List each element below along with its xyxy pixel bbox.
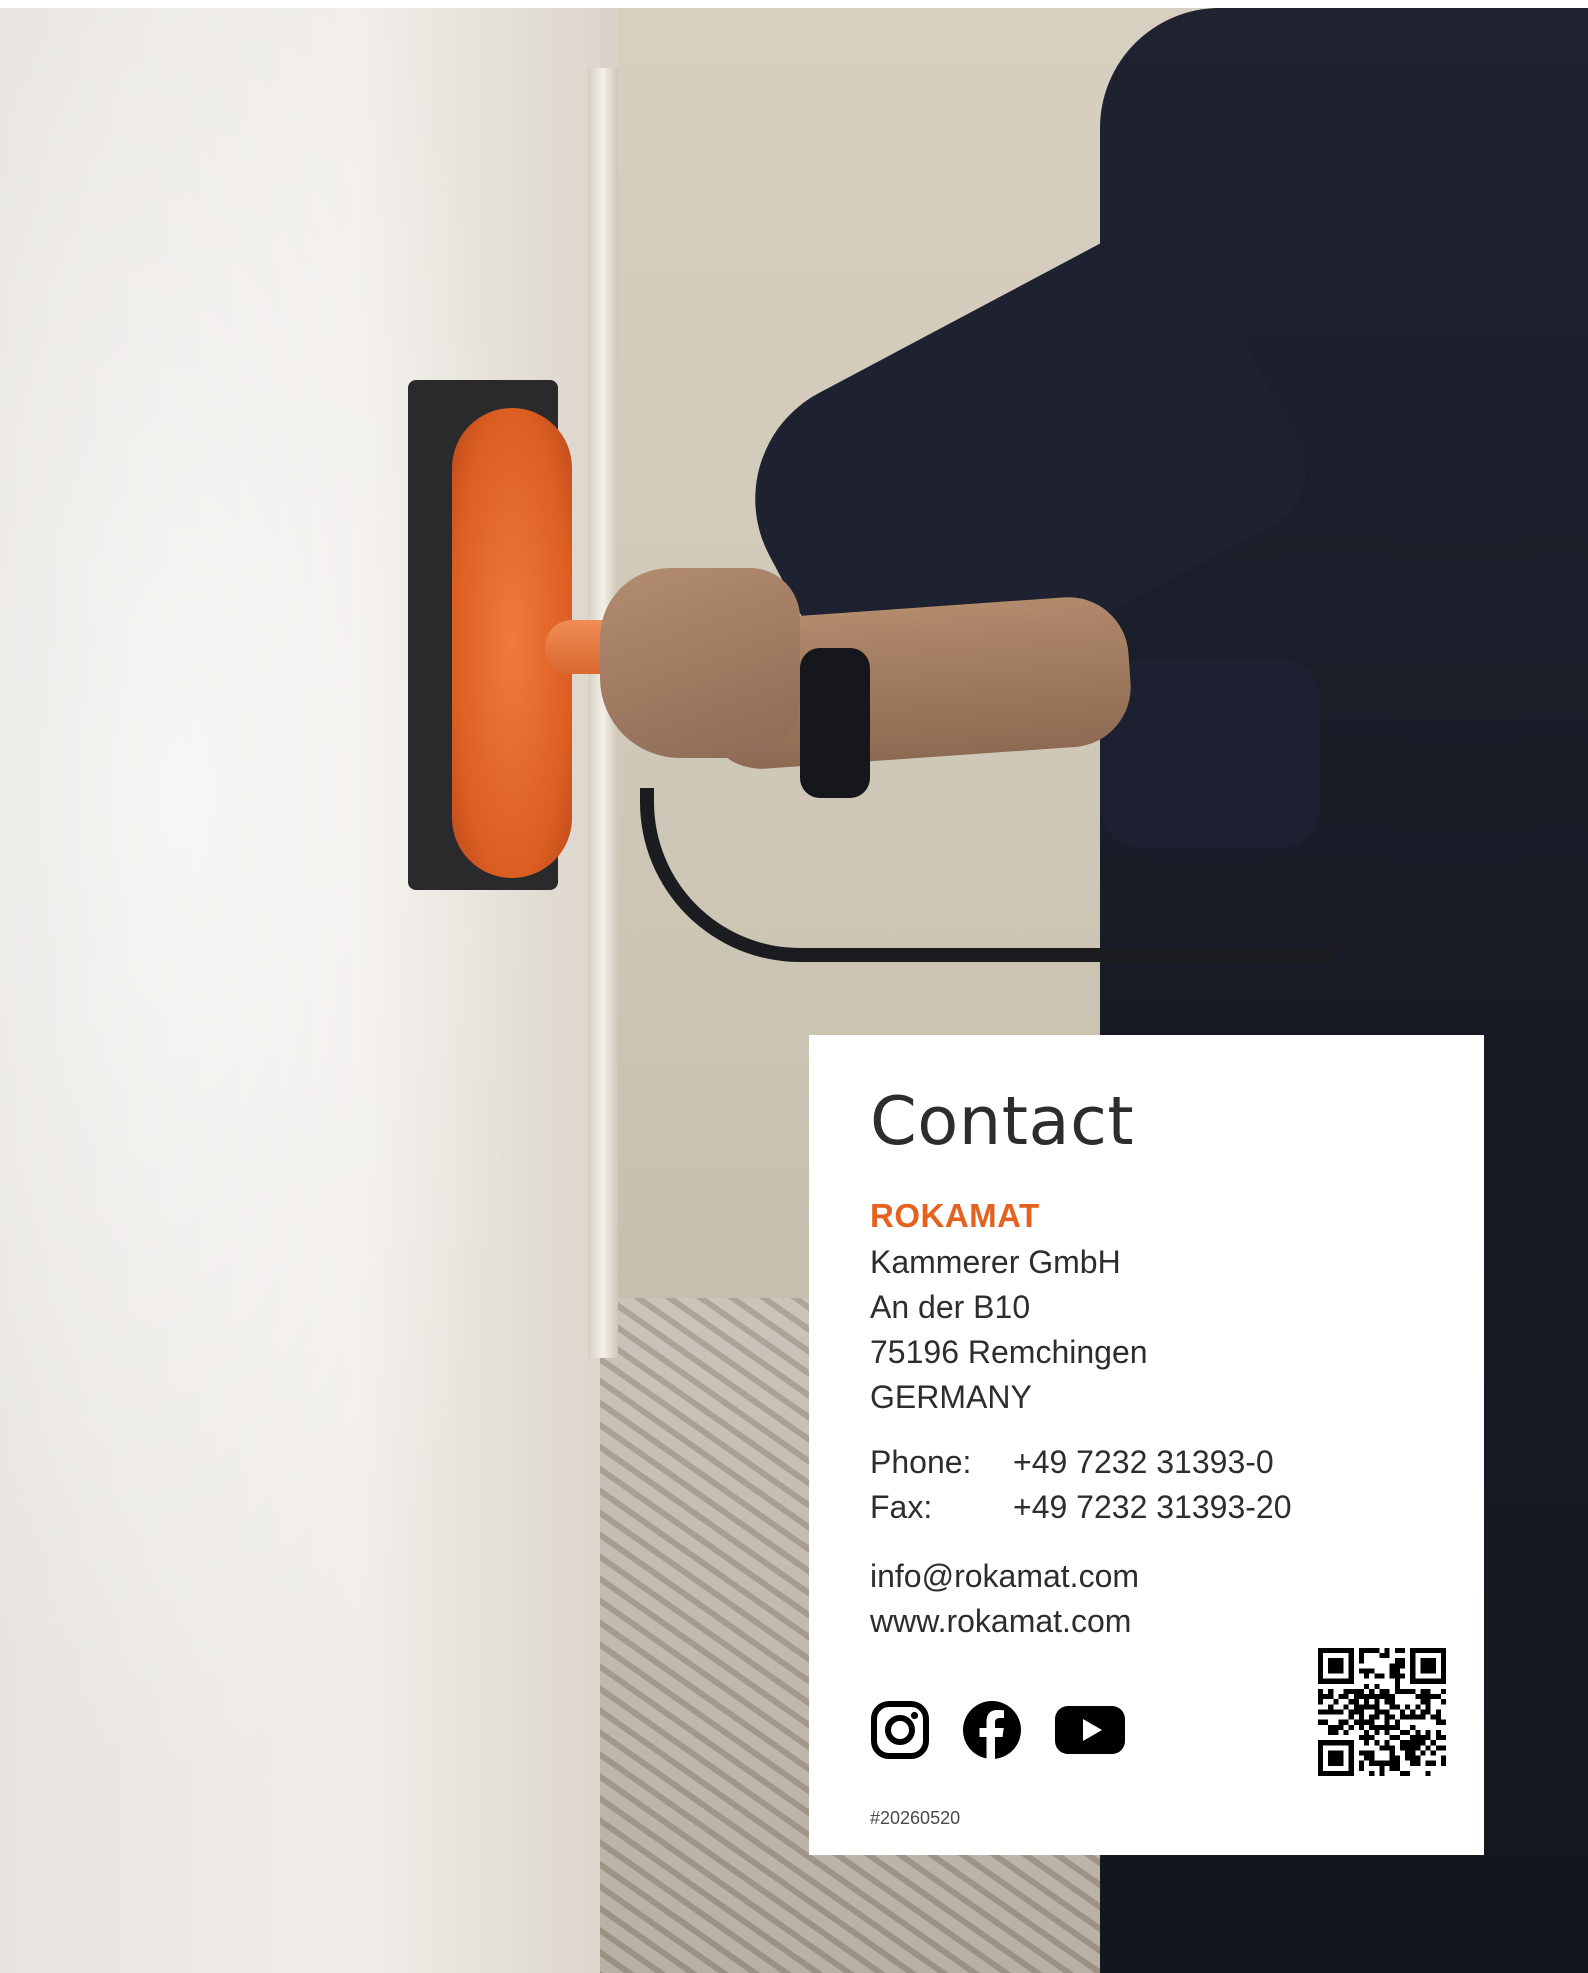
phone-row: Phone: +49 7232 31393-0 — [870, 1440, 1291, 1485]
phone-fax-block: Phone: +49 7232 31393-0 Fax: +49 7232 31… — [870, 1440, 1291, 1530]
photo-tool-cable — [640, 788, 1334, 962]
phone-number[interactable]: +49 7232 31393-0 — [1013, 1440, 1274, 1485]
document-id: #20260520 — [870, 1808, 961, 1828]
postal-address: Kammerer GmbH An der B10 75196 Remchinge… — [870, 1240, 1148, 1420]
website-link[interactable]: www.rokamat.com — [870, 1599, 1139, 1644]
photo-wristwatch — [800, 648, 870, 798]
contact-card: Contact ROKAMAT Kammerer GmbH An der B10… — [809, 1035, 1484, 1855]
fax-number: +49 7232 31393-20 — [1013, 1489, 1292, 1525]
photo-worker-hand — [600, 568, 800, 758]
social-icons — [870, 1700, 1126, 1760]
photo-wall — [0, 8, 600, 1973]
email-link[interactable]: info@rokamat.com — [870, 1554, 1139, 1599]
qr-code[interactable] — [1318, 1648, 1446, 1776]
fax-label: Fax: — [870, 1489, 933, 1525]
phone-label: Phone: — [870, 1444, 972, 1480]
online-contact: info@rokamat.com www.rokamat.com — [870, 1554, 1139, 1644]
contact-title: Contact — [870, 1082, 1135, 1160]
back-cover-page: Contact ROKAMAT Kammerer GmbH An der B10… — [0, 0, 1588, 1973]
address-company: Kammerer GmbH — [870, 1244, 1121, 1280]
youtube-icon[interactable] — [1054, 1704, 1126, 1756]
fax-row: Fax: +49 7232 31393-20 — [870, 1485, 1291, 1530]
address-street: An der B10 — [870, 1289, 1031, 1325]
facebook-icon[interactable] — [962, 1700, 1022, 1760]
instagram-icon[interactable] — [870, 1700, 930, 1760]
address-country: GERMANY — [870, 1379, 1032, 1415]
address-city: 75196 Remchingen — [870, 1334, 1148, 1370]
brand-name: ROKAMAT — [870, 1197, 1040, 1234]
